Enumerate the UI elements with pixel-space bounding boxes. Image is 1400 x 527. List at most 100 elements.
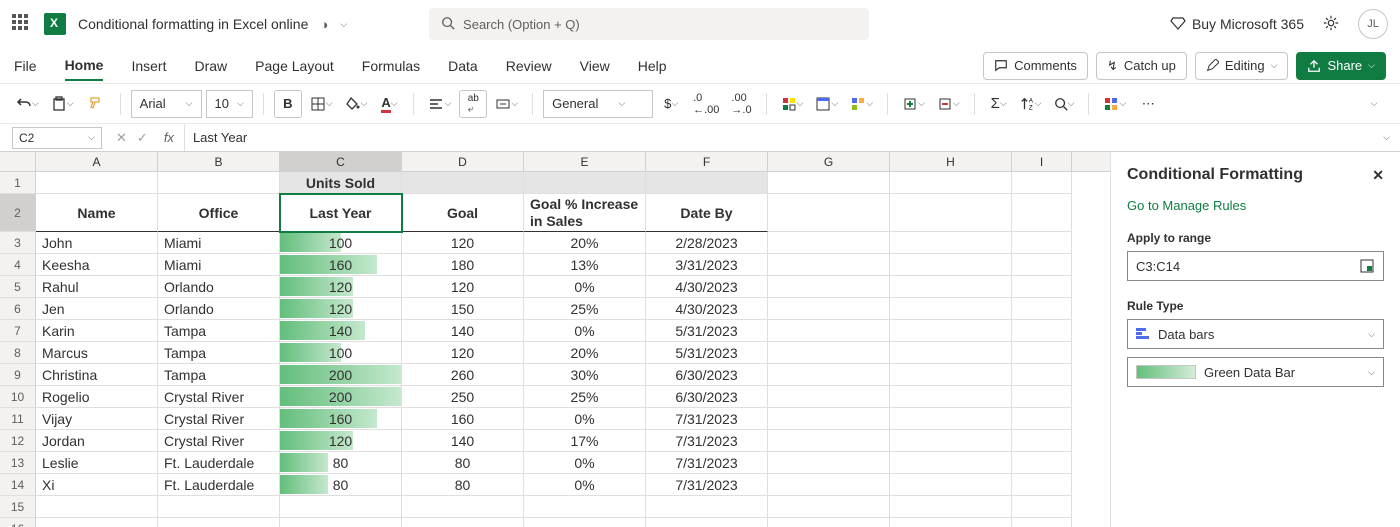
cell-G8[interactable] <box>768 342 890 364</box>
cell-E3[interactable]: 20% <box>524 232 646 254</box>
cell-G13[interactable] <box>768 452 890 474</box>
column-header-G[interactable]: G <box>768 152 890 171</box>
fill-color-button[interactable]: ⌵ <box>341 90 372 118</box>
cell-H12[interactable] <box>890 430 1012 452</box>
cancel-formula-icon[interactable]: ✕ <box>116 130 127 146</box>
cell-A8[interactable]: Marcus <box>36 342 158 364</box>
row-header-13[interactable]: 13 <box>0 452 36 474</box>
cell-B1[interactable] <box>158 172 280 194</box>
tab-formulas[interactable]: Formulas <box>362 52 420 80</box>
range-picker-icon[interactable] <box>1359 258 1375 274</box>
cell-A12[interactable]: Jordan <box>36 430 158 452</box>
tab-file[interactable]: File <box>14 52 37 80</box>
row-header-16[interactable]: 16 <box>0 518 36 527</box>
cell-I10[interactable] <box>1012 386 1072 408</box>
cell-D15[interactable] <box>402 496 524 518</box>
cell-G10[interactable] <box>768 386 890 408</box>
autosum-button[interactable]: Σ⌵ <box>985 90 1013 118</box>
cell-I16[interactable] <box>1012 518 1072 527</box>
cell-C14[interactable]: 80 <box>280 474 402 496</box>
cell-E2[interactable]: Goal % Increase in Sales <box>524 194 646 232</box>
cell-A11[interactable]: Vijay <box>36 408 158 430</box>
row-header-5[interactable]: 5 <box>0 276 36 298</box>
cell-E1[interactable] <box>524 172 646 194</box>
catchup-button[interactable]: ↯ Catch up <box>1096 52 1187 80</box>
row-header-2[interactable]: 2 <box>0 194 36 232</box>
tab-draw[interactable]: Draw <box>194 52 227 80</box>
cell-E9[interactable]: 30% <box>524 364 646 386</box>
cell-G3[interactable] <box>768 232 890 254</box>
cell-E10[interactable]: 25% <box>524 386 646 408</box>
cell-A5[interactable]: Rahul <box>36 276 158 298</box>
cell-C8[interactable]: 100 <box>280 342 402 364</box>
column-header-B[interactable]: B <box>158 152 280 171</box>
cell-F15[interactable] <box>646 496 768 518</box>
row-header-8[interactable]: 8 <box>0 342 36 364</box>
cell-D6[interactable]: 150 <box>402 298 524 320</box>
cell-A3[interactable]: John <box>36 232 158 254</box>
format-table-button[interactable]: ⌵ <box>811 90 842 118</box>
cell-E13[interactable]: 0% <box>524 452 646 474</box>
cell-B9[interactable]: Tampa <box>158 364 280 386</box>
cell-G11[interactable] <box>768 408 890 430</box>
apply-range-input[interactable]: C3:C14 <box>1127 251 1384 281</box>
cell-G15[interactable] <box>768 496 890 518</box>
cell-F13[interactable]: 7/31/2023 <box>646 452 768 474</box>
column-header-C[interactable]: C <box>280 152 402 171</box>
tab-data[interactable]: Data <box>448 52 478 80</box>
bold-button[interactable]: B <box>274 90 302 118</box>
column-header-I[interactable]: I <box>1012 152 1072 171</box>
cell-C7[interactable]: 140 <box>280 320 402 342</box>
cell-D7[interactable]: 140 <box>402 320 524 342</box>
cell-A13[interactable]: Leslie <box>36 452 158 474</box>
cell-I6[interactable] <box>1012 298 1072 320</box>
rule-type-select[interactable]: Data bars ⌵ <box>1127 319 1384 349</box>
cell-F12[interactable]: 7/31/2023 <box>646 430 768 452</box>
cell-G7[interactable] <box>768 320 890 342</box>
tab-help[interactable]: Help <box>638 52 667 80</box>
formula-input[interactable]: Last Year <box>185 130 1373 145</box>
tab-insert[interactable]: Insert <box>131 52 166 80</box>
select-all-corner[interactable] <box>0 152 36 171</box>
cell-D5[interactable]: 120 <box>402 276 524 298</box>
cell-H9[interactable] <box>890 364 1012 386</box>
user-avatar[interactable]: JL <box>1358 9 1388 39</box>
cell-H16[interactable] <box>890 518 1012 527</box>
cell-C6[interactable]: 120 <box>280 298 402 320</box>
cell-B7[interactable]: Tampa <box>158 320 280 342</box>
paste-button[interactable]: ⌵ <box>47 90 78 118</box>
enter-formula-icon[interactable]: ✓ <box>137 130 148 146</box>
tab-review[interactable]: Review <box>506 52 552 80</box>
cell-H15[interactable] <box>890 496 1012 518</box>
font-color-button[interactable]: A⌵ <box>375 90 403 118</box>
tab-page-layout[interactable]: Page Layout <box>255 52 334 80</box>
row-header-14[interactable]: 14 <box>0 474 36 496</box>
row-header-6[interactable]: 6 <box>0 298 36 320</box>
collapse-ribbon-button[interactable]: ⌵ <box>1360 90 1388 118</box>
cell-D10[interactable]: 250 <box>402 386 524 408</box>
cell-styles-button[interactable]: ⌵ <box>846 90 877 118</box>
cell-H14[interactable] <box>890 474 1012 496</box>
cell-G5[interactable] <box>768 276 890 298</box>
cell-I7[interactable] <box>1012 320 1072 342</box>
cell-E8[interactable]: 20% <box>524 342 646 364</box>
cell-C10[interactable]: 200 <box>280 386 402 408</box>
cell-E4[interactable]: 13% <box>524 254 646 276</box>
row-header-9[interactable]: 9 <box>0 364 36 386</box>
row-header-1[interactable]: 1 <box>0 172 36 194</box>
cell-C5[interactable]: 120 <box>280 276 402 298</box>
cell-I4[interactable] <box>1012 254 1072 276</box>
insert-cells-button[interactable]: ⌵ <box>898 90 929 118</box>
cell-G4[interactable] <box>768 254 890 276</box>
expand-formula-icon[interactable]: ⌵ <box>1373 132 1400 143</box>
cell-B10[interactable]: Crystal River <box>158 386 280 408</box>
cell-G9[interactable] <box>768 364 890 386</box>
cell-B4[interactable]: Miami <box>158 254 280 276</box>
cell-G14[interactable] <box>768 474 890 496</box>
wrap-text-button[interactable]: ab⤶ <box>459 90 487 118</box>
cell-D8[interactable]: 120 <box>402 342 524 364</box>
title-chevron-icon[interactable]: ⌵ <box>340 19 347 30</box>
cell-E11[interactable]: 0% <box>524 408 646 430</box>
find-button[interactable]: ⌵ <box>1050 90 1079 118</box>
addins-button[interactable]: ⌵ <box>1099 90 1130 118</box>
